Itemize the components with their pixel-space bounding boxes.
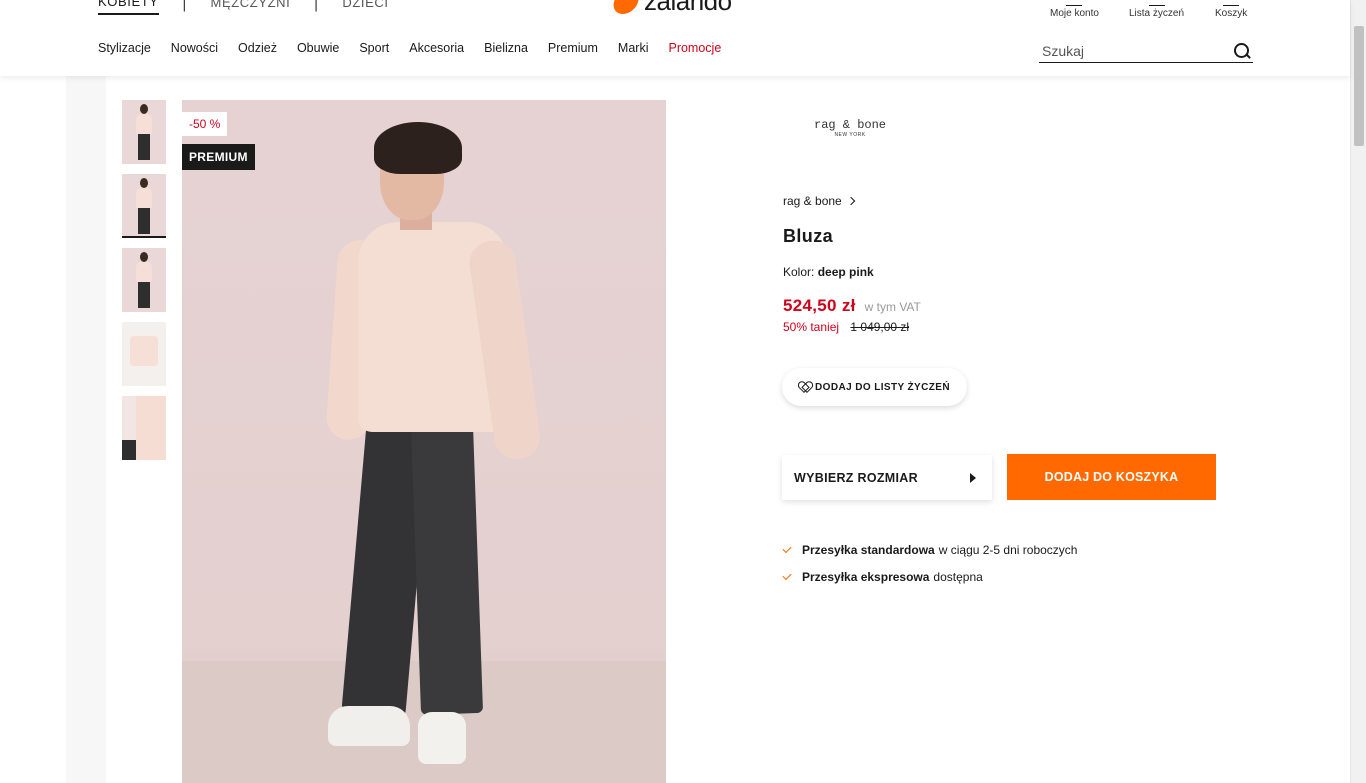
brand-logo-text: rag & bone: [814, 118, 887, 132]
jeans-shape: [122, 440, 136, 460]
model-hair: [374, 122, 462, 174]
account-label: Moje konto: [1050, 8, 1099, 19]
brand-link[interactable]: rag & bone: [783, 194, 855, 208]
zalando-logo[interactable]: zalando: [610, 0, 732, 17]
model-head: [140, 104, 148, 114]
brand-name: rag & bone: [783, 194, 842, 208]
shipping-express-title: Przesyłka ekspresowa: [802, 570, 930, 584]
add-to-wishlist-button[interactable]: DODAJ DO LISTY ŻYCZEŃ: [782, 368, 967, 406]
category-nav: Stylizacje Nowości Odzież Obuwie Sport A…: [98, 41, 741, 55]
tab-separator: |: [182, 0, 187, 12]
shipping-standard: Przesyłka standardowa w ciągu 2-5 dni ro…: [782, 543, 1078, 557]
search-bar: [1039, 40, 1253, 63]
color-info: Kolor: deep pink: [783, 265, 874, 279]
brand-logo[interactable]: rag & bone NEW YORK: [814, 118, 886, 138]
model-right-shoe: [418, 712, 466, 764]
brand-logo-subtext: NEW YORK: [834, 132, 866, 138]
model-head: [140, 252, 148, 262]
nav-odziez[interactable]: Odzież: [238, 41, 277, 55]
thumbnail-3[interactable]: [122, 248, 166, 312]
check-icon: [782, 570, 792, 581]
nav-akcesoria[interactable]: Akcesoria: [409, 41, 464, 55]
color-value: deep pink: [817, 265, 874, 279]
nav-premium[interactable]: Premium: [548, 41, 598, 55]
nav-obuwie[interactable]: Obuwie: [297, 41, 339, 55]
product-main-image[interactable]: -50 % PREMIUM: [182, 100, 666, 783]
discount-badge: -50 %: [182, 112, 228, 136]
nav-stylizacje[interactable]: Stylizacje: [98, 41, 151, 55]
tab-separator: |: [314, 0, 319, 12]
thumbnail-4[interactable]: [122, 322, 166, 386]
account-link[interactable]: Moje konto: [1050, 0, 1099, 19]
caret-right-icon: [970, 472, 976, 483]
search-input[interactable]: [1039, 43, 1219, 59]
vat-note: w tym VAT: [864, 300, 921, 314]
shipping-standard-detail: w ciągu 2-5 dni roboczych: [938, 543, 1078, 557]
color-label: Kolor:: [783, 265, 815, 279]
tab-men[interactable]: MĘŻCZYŹNI: [211, 0, 291, 14]
add-to-cart-button[interactable]: DODAJ DO KOSZYKA: [1007, 454, 1216, 500]
shipping-info: Przesyłka standardowa w ciągu 2-5 dni ro…: [782, 543, 1078, 597]
thumbnail-5[interactable]: [122, 396, 166, 460]
model-right-leg: [410, 423, 484, 715]
cart-link[interactable]: Koszyk: [1215, 0, 1247, 19]
shipping-express-detail: dostępna: [933, 570, 983, 584]
nav-promocje[interactable]: Promocje: [668, 41, 721, 55]
jeans-shape: [138, 208, 150, 234]
current-price: 524,50 zł: [783, 296, 856, 315]
shipping-express: Przesyłka ekspresowa dostępna: [782, 570, 1077, 584]
sweatshirt-shape: [136, 114, 152, 134]
gender-tabs: KOBIETY | MĘŻCZYŹNI | DZIECI: [98, 0, 389, 15]
scrollbar-thumb[interactable]: [1354, 26, 1364, 146]
thumbnail-2[interactable]: [122, 174, 166, 238]
nav-nowosci[interactable]: Nowości: [171, 41, 218, 55]
search-icon[interactable]: [1233, 42, 1251, 60]
tab-kids[interactable]: DZIECI: [342, 0, 388, 14]
discount-percentage: 50% taniej: [783, 320, 840, 334]
size-select-label: WYBIERZ ROZMIAR: [794, 470, 918, 485]
jeans-shape: [138, 134, 150, 160]
logo-text: zalando: [644, 0, 732, 16]
model-head: [140, 178, 148, 188]
tab-women[interactable]: KOBIETY: [98, 0, 159, 15]
wishlist-button-label: DODAJ DO LISTY ŻYCZEŃ: [815, 381, 950, 393]
sweatshirt-shape: [136, 188, 152, 208]
shipping-standard-title: Przesyłka standardowa: [802, 543, 935, 557]
cart-label: Koszyk: [1215, 8, 1248, 19]
jeans-shape: [138, 282, 150, 308]
scrollbar[interactable]: [1350, 0, 1366, 783]
heart-icon: [799, 382, 810, 392]
sleeve-detail-shape: [136, 396, 166, 460]
original-price: 1 049,00 zł: [850, 320, 910, 334]
sweatshirt-flat-shape: [130, 336, 158, 366]
nav-bielizna[interactable]: Bielizna: [484, 41, 528, 55]
thumbnail-list: [122, 100, 166, 470]
price-row: 524,50 zł w tym VAT: [783, 296, 921, 316]
premium-badge: PREMIUM: [182, 144, 255, 170]
model-left-shoe: [328, 706, 410, 746]
bag-icon: [1223, 0, 1240, 6]
check-icon: [782, 543, 792, 554]
heart-icon: [1148, 0, 1165, 6]
user-icon: [1066, 0, 1083, 6]
wishlist-label: Lista życzeń: [1129, 8, 1185, 19]
page-gutter: [66, 76, 106, 783]
size-select[interactable]: WYBIERZ ROZMIAR: [782, 455, 992, 500]
wishlist-link[interactable]: Lista życzeń: [1129, 0, 1184, 19]
product-title: Bluza: [783, 226, 834, 246]
sweatshirt-shape: [136, 262, 152, 282]
nav-marki[interactable]: Marki: [618, 41, 649, 55]
nav-sport[interactable]: Sport: [359, 41, 389, 55]
chevron-right-icon: [846, 196, 855, 206]
discount-row: 50% taniej 1 049,00 zł: [783, 320, 909, 334]
logo-icon: [610, 0, 642, 14]
thumbnail-1[interactable]: [122, 100, 166, 164]
site-header: KOBIETY | MĘŻCZYŹNI | DZIECI zalando Moj…: [0, 0, 1350, 76]
